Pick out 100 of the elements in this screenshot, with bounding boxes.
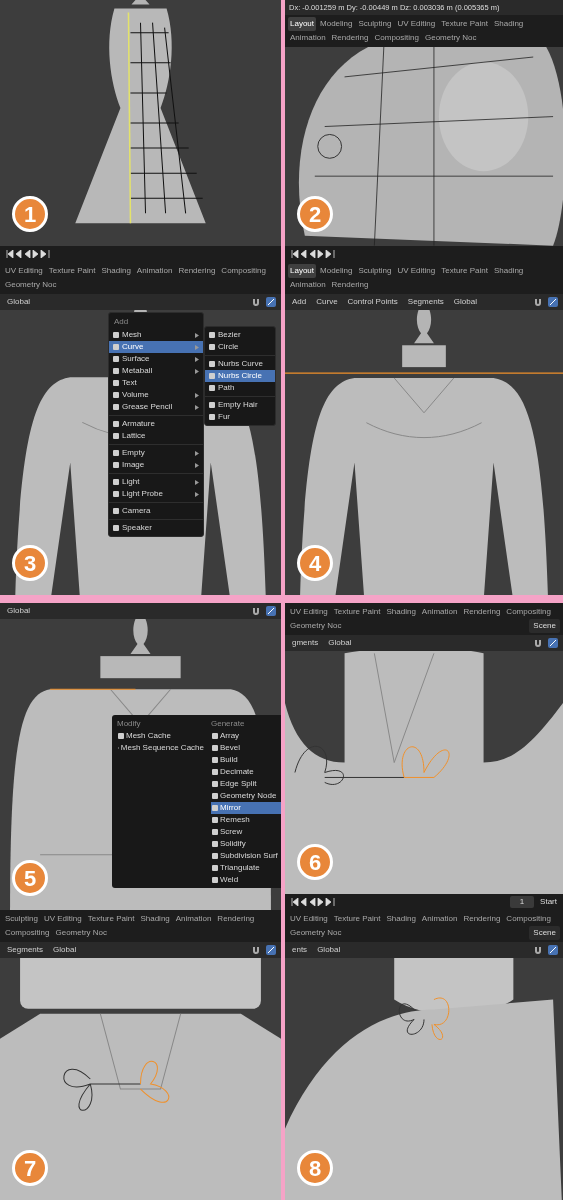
workspace-tab[interactable]: Shading — [491, 17, 526, 32]
toolbar-menu[interactable]: Global — [326, 636, 354, 650]
frame-field[interactable]: 1 — [509, 896, 535, 908]
menu-item[interactable]: Nurbs Circle — [205, 370, 275, 382]
menu-item[interactable]: Armature — [109, 418, 203, 430]
workspace-tab[interactable]: Rendering — [461, 605, 503, 619]
menu-item[interactable]: Empty Hair — [205, 399, 275, 411]
menu-item[interactable]: Text — [109, 377, 203, 389]
workspace-tab[interactable]: Animation — [419, 605, 460, 619]
workspace-tab[interactable]: Texture Paint — [439, 264, 490, 278]
menu-item[interactable]: Subdivision Surf — [211, 850, 281, 862]
workspace-tab[interactable]: Rendering — [329, 31, 371, 46]
toolbar-menu[interactable]: Global — [451, 295, 479, 309]
menu-item[interactable]: Bezier — [205, 329, 275, 341]
menu-item[interactable]: Triangulate — [211, 862, 281, 874]
menu-item[interactable]: Build — [211, 754, 281, 766]
toolbar-menu[interactable]: Segments — [5, 943, 46, 957]
menu-item[interactable]: Grease Pencil — [109, 401, 203, 413]
workspace-tab[interactable]: Rendering — [215, 912, 257, 926]
workspace-tab[interactable]: Animation — [288, 31, 328, 46]
menu-item[interactable]: Circle — [205, 341, 275, 353]
workspace-tab[interactable]: Compositing — [504, 912, 553, 926]
scene-selector[interactable]: Scene — [529, 926, 560, 940]
menu-item[interactable]: Light Probe — [109, 488, 203, 500]
workspace-tab[interactable]: Texture Paint — [331, 605, 383, 619]
menu-item[interactable]: Weld — [211, 874, 281, 886]
menu-item[interactable]: Speaker — [109, 522, 203, 534]
workspace-tab[interactable]: Geometry Noc — [53, 926, 110, 940]
workspace-tab[interactable]: Texture Paint — [439, 17, 490, 32]
menu-item[interactable]: Remesh — [211, 814, 281, 826]
workspace-tab[interactable]: Sculpting — [356, 17, 394, 32]
workspace-tab[interactable]: Rendering — [461, 912, 503, 926]
menu-item[interactable]: Bevel — [211, 742, 281, 754]
toolbar-menu[interactable]: Global — [315, 943, 343, 957]
menu-item[interactable]: Curve — [109, 341, 203, 353]
toolbar-menu[interactable]: ents — [290, 943, 310, 957]
workspace-tab[interactable]: UV Editing — [41, 912, 84, 926]
menu-item[interactable]: Array — [211, 730, 281, 742]
workspace-tab[interactable]: Compositing — [504, 605, 553, 619]
workspace-tab[interactable]: Shading — [138, 912, 172, 926]
workspace-tab[interactable]: Shading — [384, 912, 418, 926]
workspace-tab[interactable]: Modeling — [318, 264, 355, 278]
workspace-tab[interactable]: Animation — [288, 278, 328, 292]
workspace-tab[interactable]: Compositing — [3, 926, 52, 940]
workspace-tab[interactable]: UV Editing — [288, 605, 330, 619]
workspace-tab[interactable]: Texture Paint — [85, 912, 137, 926]
menu-item[interactable]: Volume — [109, 389, 203, 401]
menu-item[interactable]: Mesh Cache — [117, 730, 205, 742]
menu-item[interactable]: Mirror — [211, 802, 281, 814]
workspace-tab[interactable]: Animation — [134, 264, 175, 278]
toolbar-menu[interactable]: Global — [5, 295, 33, 309]
menu-item[interactable]: Surface — [109, 353, 203, 365]
menu-item[interactable]: Empty — [109, 447, 203, 459]
menu-item[interactable]: Decimate — [211, 766, 281, 778]
workspace-tab[interactable]: UV Editing — [395, 17, 438, 32]
menu-item[interactable]: Fur — [205, 411, 275, 423]
workspace-tab[interactable]: Shading — [99, 264, 133, 278]
toolbar-menu[interactable]: Add — [290, 295, 309, 309]
workspace-tab[interactable]: Animation — [419, 912, 460, 926]
workspace-tab[interactable]: UV Editing — [395, 264, 438, 278]
menu-item[interactable]: Mesh Sequence Cache — [117, 742, 205, 754]
toolbar-menu[interactable]: Global — [51, 943, 79, 957]
scene-selector[interactable]: Scene — [529, 619, 560, 633]
menu-item[interactable]: Geometry Node — [211, 790, 281, 802]
workspace-tab[interactable]: Sculpting — [3, 912, 40, 926]
toolbar-menu[interactable]: Control Points — [345, 295, 400, 309]
menu-item[interactable]: Camera — [109, 505, 203, 517]
workspace-tab[interactable]: Shading — [491, 264, 526, 278]
workspace-tab[interactable]: Layout — [288, 264, 317, 278]
menu-item[interactable]: Edge Split — [211, 778, 281, 790]
workspace-tab[interactable]: Rendering — [329, 278, 371, 292]
workspace-tab[interactable]: Geometry Noc — [288, 926, 344, 940]
workspace-tab[interactable]: Texture Paint — [46, 264, 98, 278]
workspace-tab[interactable]: Sculpting — [356, 264, 394, 278]
menu-item[interactable]: Solidify — [211, 838, 281, 850]
workspace-tab[interactable]: Geometry Noc — [288, 619, 344, 633]
menu-item[interactable]: Lattice — [109, 430, 203, 442]
menu-item[interactable]: Screw — [211, 826, 281, 838]
toolbar-menu[interactable]: Segments — [405, 295, 446, 309]
workspace-tab[interactable]: Texture Paint — [331, 912, 383, 926]
toolbar-menu[interactable]: Curve — [314, 295, 340, 309]
menu-item[interactable]: Metaball — [109, 365, 203, 377]
workspace-tab[interactable]: UV Editing — [3, 264, 45, 278]
workspace-tab[interactable]: Animation — [173, 912, 214, 926]
workspace-tab[interactable]: Layout — [288, 17, 317, 32]
workspace-tab[interactable]: Modeling — [318, 17, 355, 32]
toolbar-menu[interactable]: gments — [290, 636, 321, 650]
workspace-tab[interactable]: UV Editing — [288, 912, 330, 926]
toolbar-menu[interactable]: Global — [5, 604, 33, 618]
menu-item[interactable]: Light — [109, 476, 203, 488]
menu-item[interactable]: Image — [109, 459, 203, 471]
workspace-tab[interactable]: Shading — [384, 605, 418, 619]
workspace-tab[interactable]: Geometry Noc — [3, 278, 59, 292]
workspace-tab[interactable]: Compositing — [372, 31, 421, 46]
menu-item[interactable]: Nurbs Curve — [205, 358, 275, 370]
menu-item[interactable]: Mesh — [109, 329, 203, 341]
workspace-tab[interactable]: Rendering — [176, 264, 218, 278]
menu-item[interactable]: Path — [205, 382, 275, 394]
workspace-tab[interactable]: Geometry Noc — [422, 31, 479, 46]
workspace-tab[interactable]: Compositing — [219, 264, 268, 278]
